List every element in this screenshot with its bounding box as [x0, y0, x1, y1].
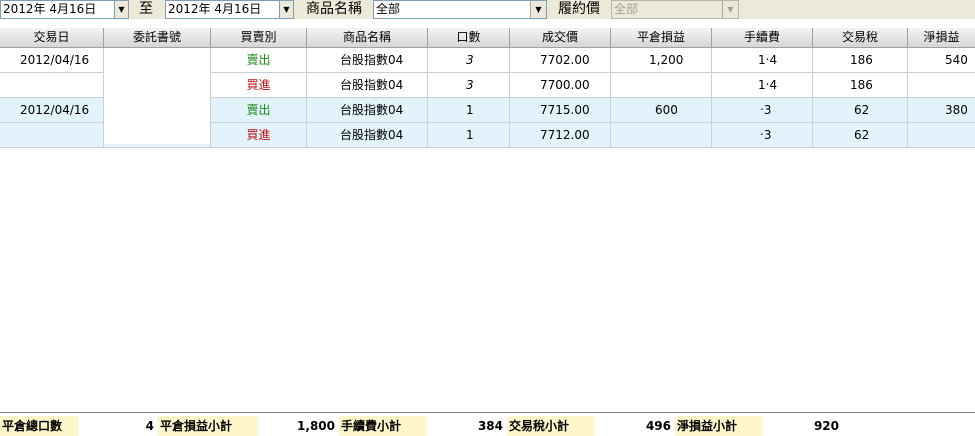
chevron-down-icon: ▼: [280, 1, 293, 18]
cell-date: 2012/04/16: [0, 98, 104, 123]
chevron-down-icon: ▼: [115, 1, 128, 18]
strike-select[interactable]: 全部 ▼: [611, 0, 739, 19]
strike-label: 履約價: [558, 1, 600, 17]
cell-fee: ‧3: [712, 123, 813, 148]
cell-price: 7702.00: [510, 48, 611, 73]
col-header-pnl[interactable]: 平倉損益: [611, 28, 712, 47]
cell-price: 7715.00: [510, 98, 611, 123]
cell-price: 7712.00: [510, 123, 611, 148]
cell-tax: 186: [813, 48, 908, 73]
col-header-price[interactable]: 成交價: [510, 28, 611, 47]
cell-product: 台股指數04: [307, 123, 428, 148]
cell-net: [908, 73, 975, 98]
tax-subtotal-value: 496: [645, 419, 671, 433]
col-header-tax[interactable]: 交易稅: [813, 28, 908, 47]
date-from-picker[interactable]: 2012年 4月16日: [0, 0, 117, 19]
cell-product: 台股指數04: [307, 98, 428, 123]
cell-net: 540: [908, 48, 975, 73]
pnl-subtotal-value: 1,800: [297, 419, 335, 433]
chevron-down-icon: ▼: [530, 1, 546, 18]
cell-net: 380: [908, 98, 975, 123]
cell-fee: ‧3: [712, 98, 813, 123]
cell-fee: 1‧4: [712, 48, 813, 73]
cell-side: 賣出: [211, 48, 307, 73]
col-header-product[interactable]: 商品名稱: [307, 28, 428, 47]
cell-date: [0, 73, 104, 98]
cell-side: 賣出: [211, 98, 307, 123]
date-to-picker[interactable]: 2012年 4月16日: [165, 0, 282, 19]
cell-tax: 62: [813, 123, 908, 148]
col-header-qty[interactable]: 口數: [428, 28, 510, 47]
strike-select-value: 全部: [614, 2, 639, 16]
net-subtotal-value: 920: [813, 419, 839, 433]
cell-qty: 1: [428, 98, 510, 123]
cell-side: 買進: [211, 123, 307, 148]
cell-tax: 62: [813, 98, 908, 123]
col-header-fee[interactable]: 手續費: [712, 28, 813, 47]
redacted-order-numbers: [104, 50, 210, 144]
col-header-net[interactable]: 淨損益: [908, 28, 975, 47]
cell-date: [0, 123, 104, 148]
net-subtotal-label: 淨損益小計: [675, 416, 763, 436]
cell-price: 7700.00: [510, 73, 611, 98]
pnl-subtotal-label: 平倉損益小計: [158, 416, 258, 436]
date-from-dropdown-button[interactable]: ▼: [114, 0, 129, 19]
fee-subtotal-value: 384: [477, 419, 503, 433]
cell-qty: 1: [428, 123, 510, 148]
cell-pnl: [611, 73, 712, 98]
to-label: 至: [139, 1, 153, 17]
cell-pnl: [611, 123, 712, 148]
cell-pnl: 600: [611, 98, 712, 123]
total-qty-value: 4: [145, 419, 154, 433]
cell-qty: 3: [428, 48, 510, 73]
cell-fee: 1‧4: [712, 73, 813, 98]
cell-date: 2012/04/16: [0, 48, 104, 73]
cell-product: 台股指數04: [307, 73, 428, 98]
totals-footer: 平倉總口數 4 平倉損益小計 1,800 手續費小計 384 交易稅小計 496…: [0, 412, 975, 436]
product-select[interactable]: 全部 ▼: [373, 0, 547, 19]
total-qty-label: 平倉總口數: [0, 416, 78, 436]
cell-product: 台股指數04: [307, 48, 428, 73]
grid-header: 交易日 委託書號 買賣別 商品名稱 口數 成交價 平倉損益 手續費 交易稅 淨損…: [0, 28, 975, 48]
cell-tax: 186: [813, 73, 908, 98]
col-header-order-no[interactable]: 委託書號: [104, 28, 211, 47]
date-to-value: 2012年 4月16日: [168, 2, 262, 16]
cell-pnl: 1,200: [611, 48, 712, 73]
date-to-dropdown-button[interactable]: ▼: [279, 0, 294, 19]
date-from-value: 2012年 4月16日: [3, 2, 97, 16]
product-select-value: 全部: [376, 2, 401, 16]
cell-net: [908, 123, 975, 148]
col-header-date[interactable]: 交易日: [0, 28, 104, 47]
cell-side: 買進: [211, 73, 307, 98]
tax-subtotal-label: 交易稅小計: [507, 416, 595, 436]
product-label: 商品名稱: [306, 1, 362, 17]
cell-qty: 3: [428, 73, 510, 98]
chevron-down-icon: ▼: [722, 1, 738, 18]
filter-bar: 2012年 4月16日 ▼ 至 2012年 4月16日 ▼ 商品名稱 全部 ▼ …: [0, 0, 975, 19]
col-header-side[interactable]: 買賣別: [211, 28, 307, 47]
fee-subtotal-label: 手續費小計: [339, 416, 427, 436]
